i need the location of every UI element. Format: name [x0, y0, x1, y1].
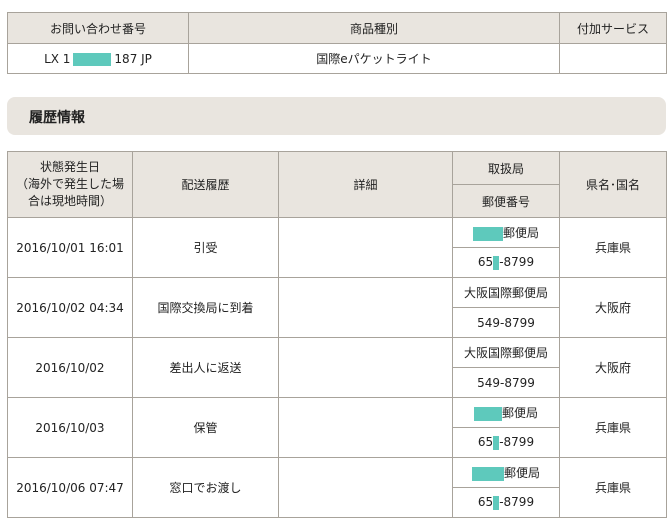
history-date: 2016/10/02 — [7, 337, 133, 398]
history-status: 国際交換局に到着 — [132, 277, 279, 338]
postal-suffix: -8799 — [499, 255, 535, 270]
additional-service-cell — [559, 43, 667, 74]
region-header: 県名･国名 — [559, 151, 667, 218]
history-postal: 65 -8799 — [452, 427, 560, 458]
history-office: 大阪国際郵便局 — [452, 277, 560, 308]
history-date: 2016/10/06 07:47 — [7, 457, 133, 518]
postal-suffix: -8799 — [499, 435, 535, 450]
history-region: 兵庫県 — [559, 457, 667, 518]
history-date: 2016/10/02 04:34 — [7, 277, 133, 338]
history-table: 状態発生日 （海外で発生した場 合は現地時間） 配送履歴 詳細 取扱局 県名･国… — [7, 151, 667, 518]
product-type-cell: 国際eパケットライト — [188, 43, 560, 74]
history-region: 兵庫県 — [559, 217, 667, 278]
history-postal: 549-8799 — [452, 307, 560, 338]
history-office: 郵便局 — [452, 457, 560, 488]
product-type-header: 商品種別 — [188, 12, 560, 44]
redacted-block — [73, 52, 112, 66]
tracking-number-header: お問い合わせ番号 — [7, 12, 189, 44]
date-header-line: 状態発生日 — [39, 160, 100, 174]
date-header-line: （海外で発生した場 — [15, 177, 124, 191]
history-row: 2016/10/02 差出人に返送 大阪国際郵便局 大阪府 — [7, 337, 667, 398]
history-details — [278, 337, 453, 398]
summary-header-row: お問い合わせ番号 商品種別 付加サービス — [7, 12, 667, 44]
redacted-block — [471, 466, 504, 481]
tracking-suffix: 187 JP — [114, 51, 152, 66]
postal-suffix: -8799 — [499, 495, 535, 510]
history-status: 窓口でお渡し — [132, 457, 279, 518]
redacted-block — [473, 406, 502, 421]
history-status: 保管 — [132, 397, 279, 458]
history-row: 2016/10/02 04:34 国際交換局に到着 大阪国際郵便局 大阪府 — [7, 277, 667, 338]
item-summary-table: お問い合わせ番号 商品種別 付加サービス LX 1 187 JP 国際eパケットラ… — [7, 12, 667, 74]
postal-prefix: 65 — [477, 435, 494, 450]
tracking-prefix: LX 1 — [44, 51, 71, 66]
office-name: 郵便局 — [501, 406, 538, 420]
history-title: 履歴情報 — [29, 110, 85, 126]
history-office: 郵便局 — [452, 397, 560, 428]
history-row: 2016/10/03 保管 郵便局 兵庫県 — [7, 397, 667, 458]
postal-prefix: 65 — [477, 495, 494, 510]
history-region: 大阪府 — [559, 277, 667, 338]
history-postal: 65 -8799 — [452, 247, 560, 278]
details-header: 詳細 — [278, 151, 453, 218]
history-details — [278, 217, 453, 278]
history-office: 大阪国際郵便局 — [452, 337, 560, 368]
history-details — [278, 277, 453, 338]
history-postal: 549-8799 — [452, 367, 560, 398]
history-region: 大阪府 — [559, 337, 667, 398]
redacted-block — [472, 226, 503, 241]
summary-row: LX 1 187 JP 国際eパケットライト — [7, 43, 667, 74]
postal-header: 郵便番号 — [452, 184, 560, 218]
history-row: 2016/10/01 16:01 引受 郵便局 兵庫県 — [7, 217, 667, 278]
history-date: 2016/10/03 — [7, 397, 133, 458]
history-status: 引受 — [132, 217, 279, 278]
history-details — [278, 397, 453, 458]
history-office: 郵便局 — [452, 217, 560, 248]
office-header: 取扱局 — [452, 151, 560, 185]
history-details — [278, 457, 453, 518]
history-header-row: 状態発生日 （海外で発生した場 合は現地時間） 配送履歴 詳細 取扱局 県名･国… — [7, 151, 667, 218]
tracking-number: LX 1 187 JP — [44, 52, 152, 66]
history-postal: 65 -8799 — [452, 487, 560, 518]
history-status: 差出人に返送 — [132, 337, 279, 398]
history-section-header: 履歴情報 — [7, 97, 666, 135]
office-name: 郵便局 — [503, 466, 540, 480]
postal-prefix: 65 — [477, 255, 494, 270]
history-date: 2016/10/01 16:01 — [7, 217, 133, 278]
date-header-line: 合は現地時間） — [27, 194, 112, 208]
office-name: 郵便局 — [502, 226, 539, 240]
date-header: 状態発生日 （海外で発生した場 合は現地時間） — [7, 151, 133, 218]
additional-service-header: 付加サービス — [559, 12, 667, 44]
history-region: 兵庫県 — [559, 397, 667, 458]
history-row: 2016/10/06 07:47 窓口でお渡し 郵便局 兵庫県 — [7, 457, 667, 518]
tracking-number-cell: LX 1 187 JP — [7, 43, 189, 74]
status-header: 配送履歴 — [132, 151, 279, 218]
